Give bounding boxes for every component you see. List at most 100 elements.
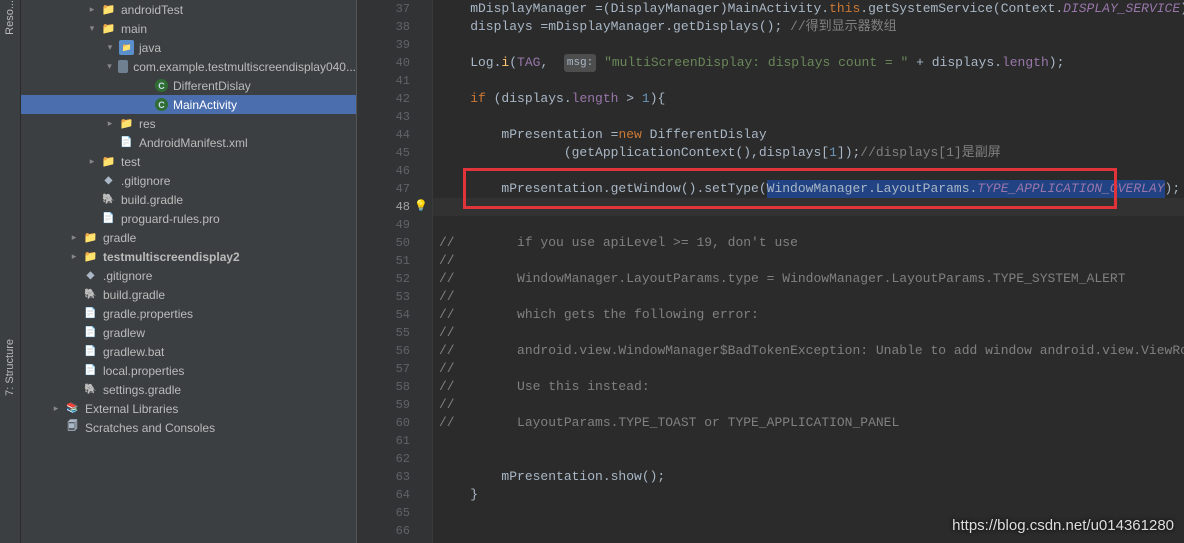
tree-item-label: main xyxy=(121,22,147,36)
expand-arrow-icon xyxy=(87,195,97,205)
line-number: 52 xyxy=(357,270,432,288)
line-number: 64 xyxy=(357,486,432,504)
expand-arrow-icon[interactable] xyxy=(87,157,97,167)
line-number: 39 xyxy=(357,36,432,54)
expand-arrow-icon xyxy=(69,366,79,376)
tool-structure-tab[interactable]: 7: Structure xyxy=(4,339,16,410)
tree-item-build-gradle[interactable]: build.gradle xyxy=(21,190,356,209)
tree-item-mainactivity[interactable]: MainActivity xyxy=(21,95,356,114)
tree-item-label: .gitignore xyxy=(121,174,170,188)
line-number: 46 xyxy=(357,162,432,180)
code-line[interactable]: // WindowManager.LayoutParams.type = Win… xyxy=(433,270,1184,288)
tree-item-external-libraries[interactable]: External Libraries xyxy=(21,399,356,418)
tree-item-com-example-testmultiscreendisplay040-[interactable]: com.example.testmultiscreendisplay040... xyxy=(21,57,356,76)
tree-item-proguard-rules-pro[interactable]: proguard-rules.pro xyxy=(21,209,356,228)
tree-item-androidtest[interactable]: androidTest xyxy=(21,0,356,19)
code-line[interactable]: mPresentation =new DifferentDislay xyxy=(433,126,1184,144)
line-number: 61 xyxy=(357,432,432,450)
clas-icon xyxy=(155,79,168,92)
code-line[interactable]: // xyxy=(433,252,1184,270)
tree-item-gradlew-bat[interactable]: gradlew.bat xyxy=(21,342,356,361)
expand-arrow-icon[interactable] xyxy=(69,252,79,262)
tree-item-androidmanifest-xml[interactable]: AndroidManifest.xml xyxy=(21,133,356,152)
code-line[interactable]: // if you use apiLevel >= 19, don't use xyxy=(433,234,1184,252)
expand-arrow-icon[interactable] xyxy=(69,233,79,243)
git-icon xyxy=(101,173,116,188)
code-line[interactable] xyxy=(433,36,1184,54)
code-line[interactable]: (getApplicationContext(),displays[1]);//… xyxy=(433,144,1184,162)
code-line[interactable]: mPresentation.getWindow().setType(Window… xyxy=(433,180,1184,198)
expand-arrow-icon xyxy=(69,271,79,281)
code-line[interactable] xyxy=(433,162,1184,180)
tree-item-label: gradle.properties xyxy=(103,307,193,321)
line-number: 62 xyxy=(357,450,432,468)
tree-item-label: res xyxy=(139,117,156,131)
expand-arrow-icon xyxy=(141,100,151,110)
code-line[interactable]: } xyxy=(433,486,1184,504)
code-line[interactable]: // xyxy=(433,288,1184,306)
tree-item-gradle[interactable]: gradle xyxy=(21,228,356,247)
code-line[interactable]: displays =mDisplayManager.getDisplays();… xyxy=(433,18,1184,36)
file-icon xyxy=(83,325,98,340)
tree-item--gitignore[interactable]: .gitignore xyxy=(21,266,356,285)
line-number: 45 xyxy=(357,144,432,162)
tree-item-label: .gitignore xyxy=(103,269,152,283)
expand-arrow-icon[interactable] xyxy=(87,5,97,15)
code-line[interactable]: // android.view.WindowManager$BadTokenEx… xyxy=(433,342,1184,360)
expand-arrow-icon[interactable] xyxy=(105,43,115,53)
file-icon xyxy=(83,306,98,321)
tree-item-res[interactable]: res xyxy=(21,114,356,133)
tree-item-gradle-properties[interactable]: gradle.properties xyxy=(21,304,356,323)
line-number: 40 xyxy=(357,54,432,72)
code-line[interactable] xyxy=(433,198,1184,216)
tree-item-main[interactable]: main xyxy=(21,19,356,38)
expand-arrow-icon[interactable] xyxy=(51,404,61,414)
tree-item-label: local.properties xyxy=(103,364,184,378)
folder-icon xyxy=(101,2,116,17)
tree-item-differentdislay[interactable]: DifferentDislay xyxy=(21,76,356,95)
line-number: 65 xyxy=(357,504,432,522)
expand-arrow-icon[interactable] xyxy=(105,119,115,129)
code-line[interactable] xyxy=(433,450,1184,468)
tree-item-java[interactable]: java xyxy=(21,38,356,57)
file-icon xyxy=(101,211,116,226)
tree-item-test[interactable]: test xyxy=(21,152,356,171)
code-line[interactable]: if (displays.length > 1){ xyxy=(433,90,1184,108)
code-line[interactable]: // xyxy=(433,396,1184,414)
code-line[interactable] xyxy=(433,216,1184,234)
line-number: 37 xyxy=(357,0,432,18)
gradle-icon xyxy=(101,192,116,207)
folder-icon xyxy=(101,21,116,36)
tool-resource-tab[interactable]: Reso... xyxy=(4,0,16,49)
expand-arrow-icon[interactable] xyxy=(87,24,97,34)
tree-item-scratches-and-consoles[interactable]: Scratches and Consoles xyxy=(21,418,356,437)
code-editor[interactable]: mDisplayManager =(DisplayManager)MainAct… xyxy=(433,0,1184,543)
tree-item-testmultiscreendisplay2[interactable]: testmultiscreendisplay2 xyxy=(21,247,356,266)
line-number: 63 xyxy=(357,468,432,486)
code-line[interactable]: mPresentation.show(); xyxy=(433,468,1184,486)
expand-arrow-icon xyxy=(69,309,79,319)
code-line[interactable]: // xyxy=(433,324,1184,342)
tree-item-settings-gradle[interactable]: settings.gradle xyxy=(21,380,356,399)
tree-item-local-properties[interactable]: local.properties xyxy=(21,361,356,380)
code-line[interactable] xyxy=(433,108,1184,126)
code-line[interactable]: mDisplayManager =(DisplayManager)MainAct… xyxy=(433,0,1184,18)
folder-icon xyxy=(101,154,116,169)
tree-item--gitignore[interactable]: .gitignore xyxy=(21,171,356,190)
intention-bulb-icon[interactable]: 💡 xyxy=(414,198,428,216)
code-line[interactable] xyxy=(433,432,1184,450)
line-number: 49 xyxy=(357,216,432,234)
code-line[interactable]: // which gets the following error: xyxy=(433,306,1184,324)
expand-arrow-icon[interactable] xyxy=(105,62,113,72)
code-line[interactable]: // LayoutParams.TYPE_TOAST or TYPE_APPLI… xyxy=(433,414,1184,432)
tree-item-label: build.gradle xyxy=(103,288,165,302)
code-line[interactable] xyxy=(433,72,1184,90)
tree-item-gradlew[interactable]: gradlew xyxy=(21,323,356,342)
expand-arrow-icon xyxy=(69,385,79,395)
tree-item-label: test xyxy=(121,155,140,169)
code-line[interactable]: // xyxy=(433,360,1184,378)
code-line[interactable]: // Use this instead: xyxy=(433,378,1184,396)
project-tree[interactable]: androidTest main javacom.example.testmulti… xyxy=(21,0,357,543)
code-line[interactable]: Log.i(TAG, msg: "multiScreenDisplay: dis… xyxy=(433,54,1184,72)
tree-item-build-gradle[interactable]: build.gradle xyxy=(21,285,356,304)
